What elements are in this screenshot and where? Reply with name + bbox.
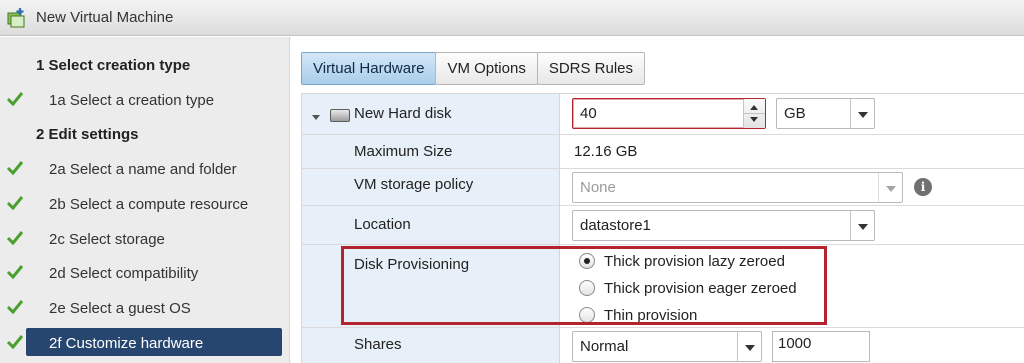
dropdown-button[interactable] — [850, 211, 874, 240]
checkmark-icon — [6, 231, 24, 246]
disk-unit-value: GB — [784, 105, 806, 122]
checkmark-icon — [6, 161, 24, 176]
location-label: Location — [354, 216, 411, 233]
tab-sdrs-rules[interactable]: SDRS Rules — [536, 52, 646, 85]
checkmark-icon — [6, 265, 24, 280]
disk-provisioning-highlight-box — [341, 246, 827, 325]
chevron-down-icon — [858, 224, 868, 230]
hard-disk-row: New Hard disk 40 GB — [302, 94, 1024, 135]
disk-size-value: 40 — [580, 105, 597, 122]
tab-vm-options[interactable]: VM Options — [435, 52, 538, 85]
shares-label: Shares — [354, 336, 402, 353]
nav-step-2e[interactable]: 2e Select a guest OS — [0, 291, 290, 325]
row-label-cell: VM storage policy — [302, 169, 560, 205]
row-label-cell: Shares — [302, 328, 560, 363]
tab-virtual-hardware[interactable]: Virtual Hardware — [301, 52, 437, 85]
shares-row: Shares Normal 1000 — [302, 328, 1024, 363]
dropdown-button[interactable] — [878, 173, 902, 202]
nav-step-1a[interactable]: 1a Select a creation type — [0, 83, 290, 117]
nav-step-label: 2e Select a guest OS — [49, 299, 191, 317]
nav-step-2c[interactable]: 2c Select storage — [0, 222, 290, 256]
location-dropdown[interactable]: datastore1 — [572, 210, 875, 241]
nav-group-creation-type: 1 Select creation type — [0, 48, 290, 82]
checkmark-icon — [6, 196, 24, 211]
tab-bar: Virtual Hardware VM Options SDRS Rules — [301, 52, 646, 85]
chevron-down-icon — [745, 345, 755, 351]
storage-policy-value: None — [580, 179, 616, 196]
row-label-cell: Location — [302, 206, 560, 244]
info-icon[interactable]: i — [914, 178, 932, 196]
stepper-up-icon[interactable] — [750, 105, 758, 110]
dropdown-button[interactable] — [850, 99, 874, 128]
chevron-down-icon — [886, 186, 896, 192]
window-title: New Virtual Machine — [36, 9, 174, 26]
row-label-cell: New Hard disk — [302, 94, 560, 134]
storage-policy-dropdown[interactable]: None — [572, 172, 903, 203]
shares-number-value: 1000 — [778, 335, 812, 352]
disk-size-input[interactable]: 40 — [572, 98, 766, 129]
location-row: Location datastore1 — [302, 206, 1024, 245]
location-value: datastore1 — [580, 217, 651, 234]
checkmark-icon — [6, 335, 24, 350]
nav-step-2b[interactable]: 2b Select a compute resource — [0, 187, 290, 221]
hard-disk-label: New Hard disk — [354, 105, 452, 122]
storage-policy-label: VM storage policy — [354, 176, 474, 193]
nav-step-label: 2c Select storage — [49, 230, 165, 248]
shares-number-input[interactable]: 1000 — [772, 331, 870, 362]
storage-policy-row: VM storage policy None i — [302, 169, 1024, 206]
nav-step-2f[interactable]: 2f Customize hardware — [0, 326, 290, 360]
nav-step-2d[interactable]: 2d Select compatibility — [0, 256, 290, 290]
hard-disk-icon — [330, 109, 350, 122]
shares-value: Normal — [580, 338, 629, 355]
max-size-value: 12.16 GB — [574, 143, 638, 160]
nav-step-2a[interactable]: 2a Select a name and folder — [0, 152, 290, 186]
nav-group-label: 2 Edit settings — [36, 125, 139, 143]
row-label-cell: Maximum Size — [302, 135, 560, 168]
max-size-label: Maximum Size — [354, 143, 453, 160]
nav-group-edit-settings: 2 Edit settings — [0, 117, 290, 151]
stepper-divider — [744, 113, 765, 114]
disk-unit-dropdown[interactable]: GB — [776, 98, 875, 129]
max-size-row: Maximum Size 12.16 GB — [302, 135, 1024, 169]
nav-step-label: 2d Select compatibility — [49, 264, 199, 282]
new-vm-icon — [6, 7, 28, 29]
nav-step-label: 2a Select a name and folder — [49, 160, 237, 178]
shares-dropdown[interactable]: Normal — [572, 331, 762, 362]
wizard-steps-panel: 1 Select creation type 1a Select a creat… — [0, 37, 290, 363]
checkmark-icon — [6, 300, 24, 315]
nav-step-label: 1a Select a creation type — [49, 91, 215, 109]
stepper-down-icon[interactable] — [750, 117, 758, 122]
nav-step-label: 2f Customize hardware — [49, 334, 204, 352]
checkmark-icon — [6, 92, 24, 107]
nav-step-label: 2b Select a compute resource — [49, 195, 249, 213]
dropdown-button[interactable] — [737, 332, 761, 361]
disk-size-stepper[interactable] — [743, 99, 765, 128]
collapse-arrow-icon[interactable] — [312, 115, 320, 120]
chevron-down-icon — [858, 112, 868, 118]
nav-group-label: 1 Select creation type — [36, 56, 191, 74]
window-titlebar: New Virtual Machine — [0, 0, 1024, 36]
